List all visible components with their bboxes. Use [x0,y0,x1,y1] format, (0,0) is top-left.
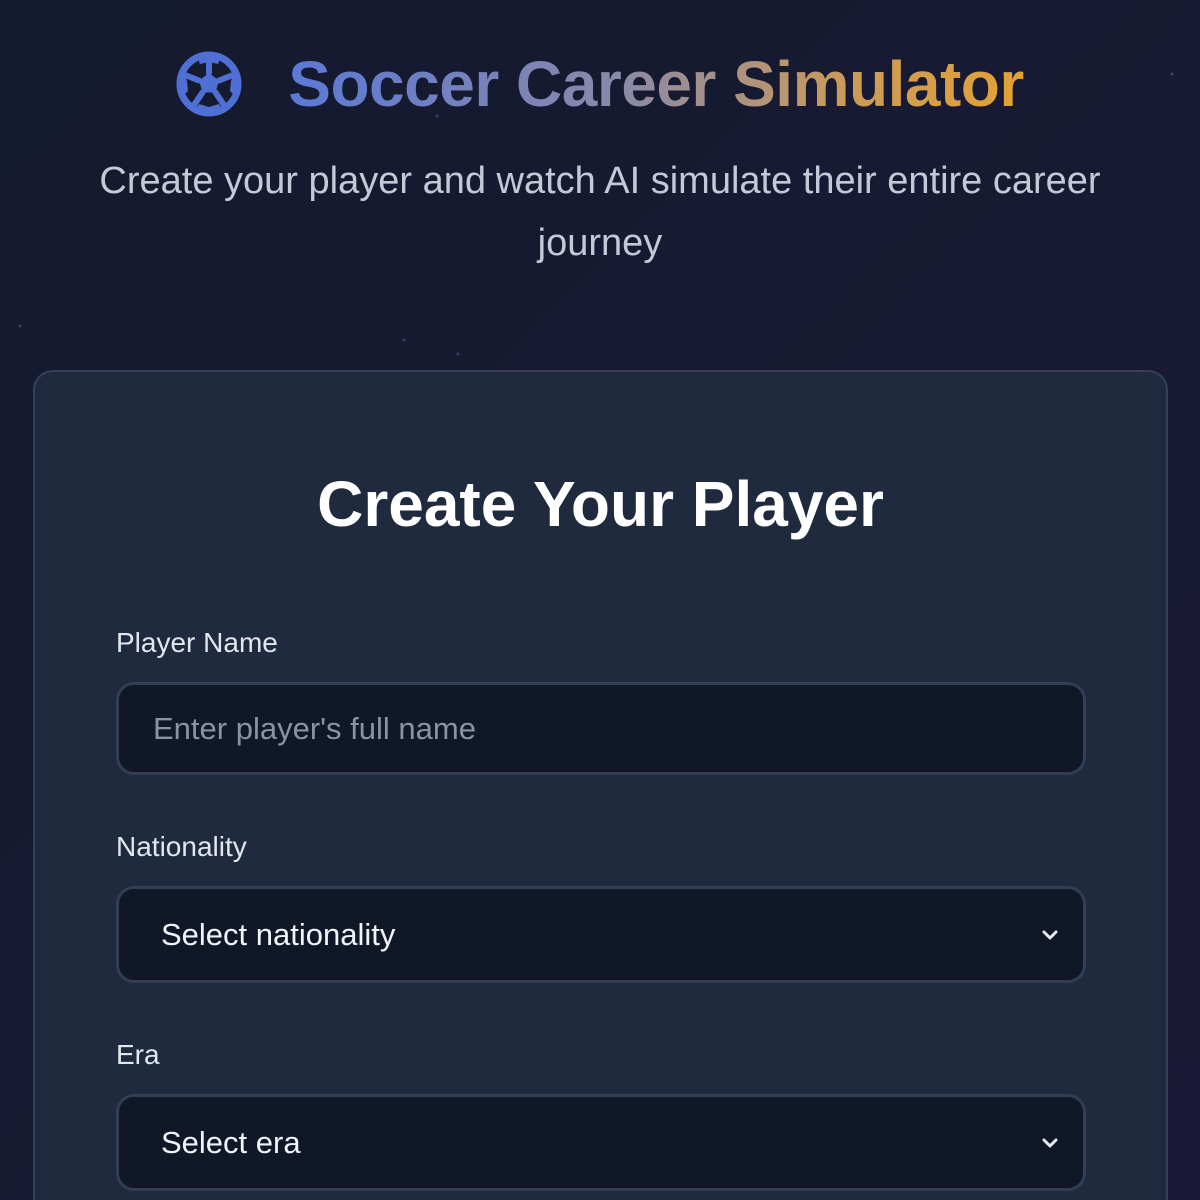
card-title: Create Your Player [317,468,884,540]
nationality-label: Nationality [116,831,247,862]
create-player-card: Create Your Player Player Name Nationali… [33,370,1168,1200]
chevron-down-icon [1042,1138,1058,1147]
player-name-field [116,682,1086,775]
chevron-down-icon [1042,930,1058,939]
nationality-selected-value: Select nationality [161,916,396,952]
player-name-label: Player Name [116,627,278,658]
era-select[interactable]: Select era [116,1094,1086,1191]
era-selected-value: Select era [161,1124,301,1160]
app-title: Soccer Career Simulator [288,48,1024,120]
player-name-input[interactable] [119,685,1083,772]
app-subtitle: Create your player and watch AI simulate… [99,160,1101,264]
era-label: Era [116,1039,160,1070]
nationality-select[interactable]: Select nationality [116,886,1086,983]
title-row: Soccer Career Simulator [0,46,1200,122]
soccer-ball-icon [176,51,242,117]
